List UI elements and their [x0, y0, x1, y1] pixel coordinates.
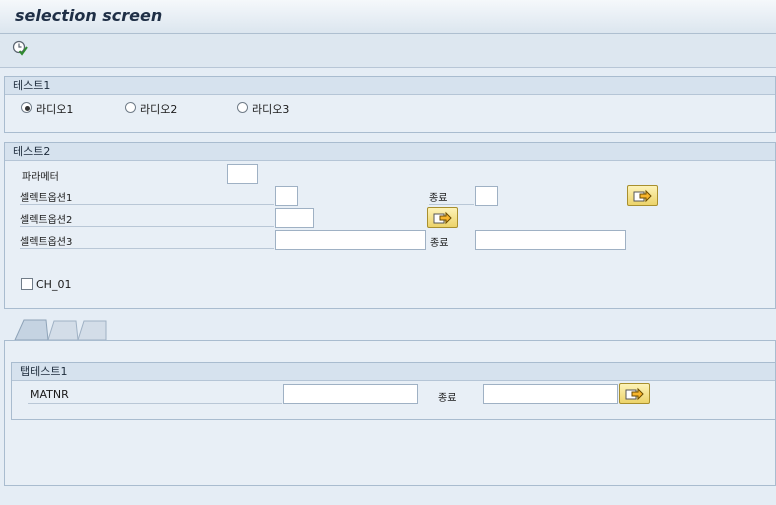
tab-2[interactable] [47, 320, 79, 341]
matnr-label: MATNR [28, 388, 282, 404]
multiple-selection-arrow-icon [625, 387, 644, 401]
radio-3[interactable] [237, 102, 248, 113]
execute-icon[interactable] [12, 40, 28, 56]
multiple-selection-arrow-icon [633, 189, 652, 203]
select-option-1-low-field[interactable] [275, 186, 298, 206]
select-option-3-high-field[interactable] [475, 230, 626, 250]
tabstrip-tabs [14, 319, 107, 341]
select-option-1-label: 셀렉트옵션1 [20, 189, 274, 205]
block2-title: 테스트2 [5, 143, 775, 161]
block1-frame: 테스트1 [4, 76, 776, 133]
select-option-3-to-label: 종료 [430, 238, 449, 249]
block1-title: 테스트1 [5, 77, 775, 95]
matnr-to-label: 종료 [438, 393, 457, 404]
radio-1[interactable] [21, 102, 32, 113]
select-option-1-high-field[interactable] [475, 186, 498, 206]
matnr-high-field[interactable] [483, 384, 618, 404]
parameter-field[interactable] [227, 164, 258, 184]
radio-1-label: 라디오1 [36, 103, 74, 116]
select-option-1-multiple-selection-button[interactable] [627, 185, 658, 206]
application-toolbar [0, 34, 776, 68]
select-option-2-label: 셀렉트옵션2 [20, 211, 274, 227]
tab-block-title: 탭테스트1 [12, 363, 775, 381]
radio-2[interactable] [125, 102, 136, 113]
matnr-multiple-selection-button[interactable] [619, 383, 650, 404]
parameter-label: 파라메터 [22, 172, 59, 183]
page-title: selection screen [15, 6, 163, 25]
radio-3-label: 라디오3 [252, 103, 290, 116]
multiple-selection-arrow-icon [433, 211, 452, 225]
tab-1[interactable] [14, 319, 49, 341]
select-option-3-label: 셀렉트옵션3 [20, 233, 274, 249]
radio-2-label: 라디오2 [140, 103, 178, 116]
select-option-3-low-field[interactable] [275, 230, 426, 250]
ch-01-checkbox[interactable] [21, 278, 33, 290]
tab-3[interactable] [77, 320, 107, 341]
matnr-low-field[interactable] [283, 384, 418, 404]
select-option-2-low-field[interactable] [275, 208, 314, 228]
select-option-2-multiple-selection-button[interactable] [427, 207, 458, 228]
select-option-1-to-label: 종료 [429, 189, 474, 205]
ch-01-label: CH_01 [36, 278, 72, 291]
